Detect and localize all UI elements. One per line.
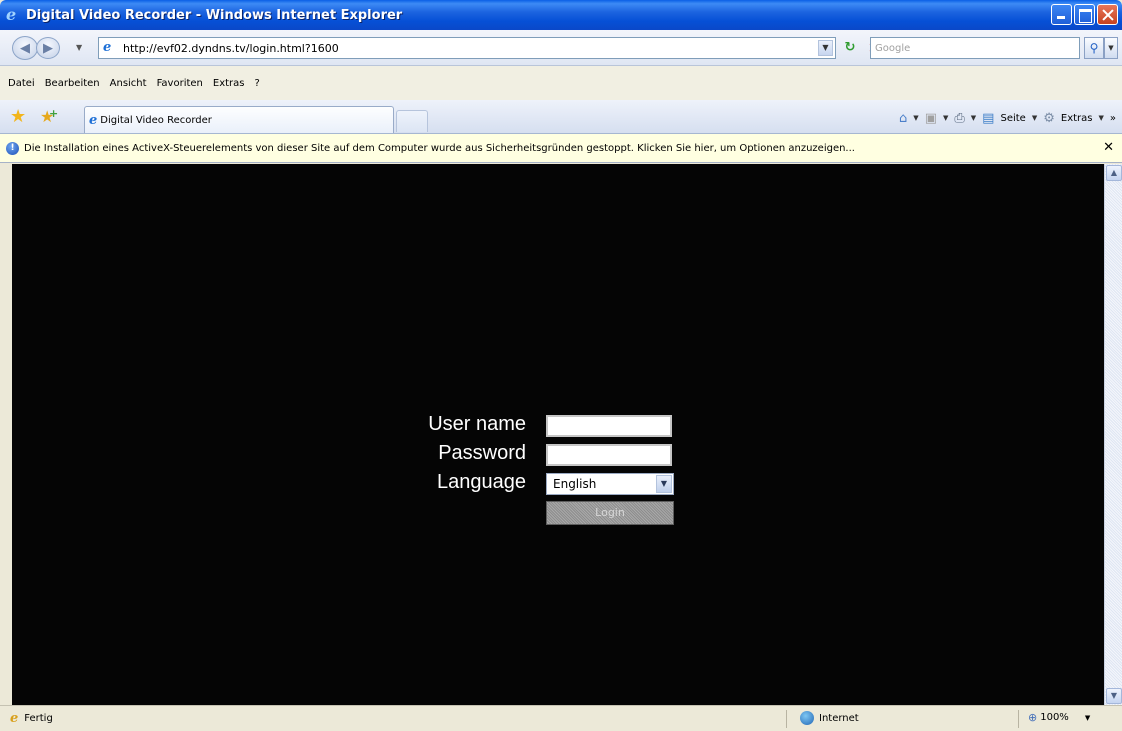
title-bar: e Digital Video Recorder - Windows Inter… — [0, 0, 1122, 30]
print-dropdown-icon[interactable]: ▼ — [971, 114, 976, 122]
favorites-star-icon[interactable]: ★ — [10, 107, 30, 127]
info-shield-icon: ! — [6, 141, 19, 155]
information-bar[interactable]: ! Die Installation eines ActiveX-Steuere… — [0, 134, 1122, 163]
window-title: Digital Video Recorder - Windows Interne… — [26, 7, 403, 23]
search-icon[interactable]: ⚲ — [1084, 37, 1104, 59]
arrow-right-icon: ▶ — [43, 40, 53, 56]
zoom-level: 100% — [1040, 712, 1069, 723]
command-bar: ⌂ ▼ ▣ ▼ ⎙ ▼ ▤ Seite ▼ ⚙ Extras ▼ » — [899, 108, 1116, 128]
password-input[interactable] — [546, 444, 672, 466]
refresh-icon[interactable]: ↻ — [840, 38, 860, 58]
address-bar-row: ◀ ▶ ▼ e http://evf02.dyndns.tv/login.htm… — [0, 30, 1122, 66]
information-bar-message[interactable]: Die Installation eines ActiveX-Steuerele… — [24, 143, 855, 154]
menu-datei[interactable]: Datei — [3, 78, 40, 89]
home-dropdown-icon[interactable]: ▼ — [913, 114, 918, 122]
username-input[interactable] — [546, 415, 672, 437]
new-tab-button[interactable] — [396, 110, 428, 132]
tab-label: Digital Video Recorder — [100, 114, 212, 126]
globe-icon — [800, 711, 814, 725]
search-dropdown-icon[interactable]: ▼ — [1104, 37, 1118, 59]
home-icon[interactable]: ⌂ — [899, 111, 907, 126]
address-input[interactable]: e http://evf02.dyndns.tv/login.html?1600… — [98, 37, 836, 59]
page-ie-icon: e — [103, 40, 112, 55]
arrow-left-icon: ◀ — [20, 40, 30, 56]
status-divider — [1018, 710, 1019, 728]
vertical-scrollbar[interactable]: ▲ ▼ — [1104, 164, 1122, 705]
security-zone[interactable]: Internet — [800, 711, 859, 725]
status-divider — [786, 710, 787, 728]
menu-bar: Datei Bearbeiten Ansicht Favoriten Extra… — [0, 66, 1122, 100]
address-dropdown-icon[interactable]: ▼ — [818, 40, 833, 56]
page-menu-label[interactable]: Seite — [1000, 113, 1025, 124]
page-dropdown-icon[interactable]: ▼ — [1032, 114, 1037, 122]
minimize-button[interactable] — [1051, 4, 1072, 25]
search-input[interactable]: Google — [870, 37, 1080, 59]
close-icon[interactable]: ✕ — [1103, 140, 1114, 155]
zoom-control[interactable]: ⊕ 100% ▼ — [1028, 711, 1090, 724]
address-text[interactable]: http://evf02.dyndns.tv/login.html?1600 — [123, 42, 339, 55]
menu-favoriten[interactable]: Favoriten — [152, 78, 208, 89]
menu-bearbeiten[interactable]: Bearbeiten — [40, 78, 105, 89]
menu-help[interactable]: ? — [250, 78, 265, 89]
password-label: Password — [438, 442, 526, 464]
ie-logo-icon: e — [6, 5, 17, 24]
scroll-down-icon[interactable]: ▼ — [1106, 688, 1122, 704]
feeds-dropdown-icon[interactable]: ▼ — [943, 114, 948, 122]
tab-row: ★ ★ + e Digital Video Recorder ⌂ ▼ ▣ ▼ ⎙ … — [0, 100, 1122, 134]
language-selected-value: English — [553, 477, 597, 491]
close-button[interactable] — [1097, 4, 1118, 25]
username-label: User name — [428, 413, 526, 435]
chevron-overflow-icon[interactable]: » — [1110, 113, 1116, 124]
language-select[interactable]: English ▼ — [546, 473, 674, 495]
forward-button[interactable]: ▶ — [36, 37, 60, 59]
status-text: Fertig — [24, 713, 53, 724]
page-status-icon: e — [10, 711, 19, 726]
chevron-down-icon[interactable]: ▼ — [656, 475, 672, 493]
menu-extras[interactable]: Extras — [208, 78, 250, 89]
scroll-up-icon[interactable]: ▲ — [1106, 165, 1122, 181]
page-content: User name Password Language English ▼ Lo… — [12, 164, 1104, 705]
status-bar: e Fertig Internet ⊕ 100% ▼ — [0, 705, 1122, 731]
feeds-icon[interactable]: ▣ — [925, 111, 937, 126]
menu-ansicht[interactable]: Ansicht — [105, 78, 152, 89]
page-icon[interactable]: ▤ — [982, 111, 994, 126]
tab-ie-icon: e — [89, 112, 98, 128]
language-label: Language — [437, 471, 526, 493]
history-dropdown-icon[interactable]: ▼ — [76, 43, 82, 52]
maximize-button[interactable] — [1074, 4, 1095, 25]
back-button[interactable]: ◀ — [12, 36, 38, 60]
zoom-dropdown-icon[interactable]: ▼ — [1085, 714, 1090, 722]
tools-dropdown-icon[interactable]: ▼ — [1098, 114, 1103, 122]
window-controls — [1051, 4, 1118, 25]
search-placeholder: Google — [875, 42, 911, 54]
zone-label: Internet — [819, 712, 859, 724]
zoom-magnifier-icon: ⊕ — [1028, 711, 1038, 724]
print-icon[interactable]: ⎙ — [954, 111, 964, 126]
login-button[interactable]: Login — [546, 501, 674, 525]
tab-digital-video-recorder[interactable]: e Digital Video Recorder — [84, 106, 394, 133]
tools-menu-label[interactable]: Extras — [1061, 113, 1093, 124]
add-favorite-icon[interactable]: ★ + — [40, 107, 62, 127]
gear-icon[interactable]: ⚙ — [1043, 111, 1055, 126]
